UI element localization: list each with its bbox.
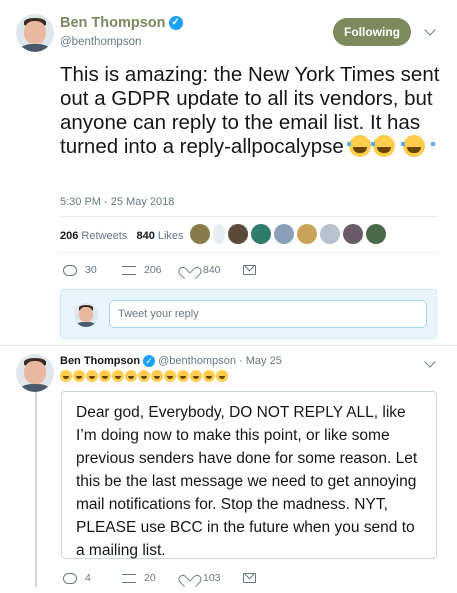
like-action[interactable]: 103 <box>183 572 221 584</box>
divider <box>0 345 457 346</box>
user-avatar <box>74 303 98 327</box>
author-avatar[interactable] <box>16 14 54 52</box>
joy-emoji <box>86 370 98 382</box>
liker-avatar[interactable] <box>343 224 363 244</box>
quoted-email-image[interactable]: Dear god, Everybody, DO NOT REPLY ALL, l… <box>61 391 437 559</box>
joy-emoji <box>190 370 202 382</box>
message-icon <box>243 573 256 583</box>
reply-icon <box>63 572 77 584</box>
verified-icon: ✓ <box>168 16 183 31</box>
liker-avatar[interactable] <box>251 224 271 244</box>
direct-message-action[interactable] <box>243 265 256 275</box>
chevron-down-icon[interactable] <box>424 24 436 36</box>
joy-emoji <box>347 135 382 157</box>
joy-emoji <box>177 370 189 382</box>
joy-emoji <box>125 370 137 382</box>
divider <box>60 252 437 253</box>
joy-emoji <box>112 370 124 382</box>
divider <box>60 216 437 217</box>
retweet-action[interactable]: 20 <box>122 572 156 584</box>
joy-emoji <box>216 370 228 382</box>
like-icon <box>183 573 195 584</box>
liker-avatar[interactable] <box>190 224 210 244</box>
joy-emoji <box>164 370 176 382</box>
tweet-text: This is amazing: the New York Times sent… <box>60 63 440 158</box>
tweet-stats[interactable]: 206 Retweets 840 Likes <box>60 230 184 242</box>
liker-avatar[interactable] <box>320 224 340 244</box>
thread-line <box>35 392 37 587</box>
reply-action[interactable]: 4 <box>63 572 91 584</box>
verified-icon: ✓ <box>143 355 156 368</box>
chevron-down-icon[interactable] <box>424 356 436 368</box>
reply-composer: Tweet your reply <box>60 289 437 339</box>
liker-avatar[interactable] <box>274 224 294 244</box>
author-handle[interactable]: @benthompson <box>60 36 141 48</box>
reply-action[interactable]: 30 <box>63 264 97 276</box>
like-icon <box>183 265 195 276</box>
retweet-action[interactable]: 206 <box>122 264 162 276</box>
liker-avatar[interactable] <box>366 224 386 244</box>
joy-emoji <box>99 370 111 382</box>
liker-avatar[interactable] <box>297 224 317 244</box>
joy-emoji <box>138 370 150 382</box>
reply-author-avatar[interactable] <box>16 354 54 392</box>
like-action[interactable]: 840 <box>183 264 221 276</box>
author-name[interactable]: Ben Thompson ✓ <box>60 15 183 31</box>
joy-emoji <box>60 370 72 382</box>
joy-emoji <box>203 370 215 382</box>
liked-by-avatars[interactable] <box>190 224 386 244</box>
retweet-icon <box>122 573 136 583</box>
message-icon <box>243 265 256 275</box>
joy-emoji <box>151 370 163 382</box>
retweet-icon <box>122 265 136 275</box>
liker-avatar[interactable] <box>228 224 248 244</box>
tweet-timestamp[interactable]: 5:30 PM - 25 May 2018 <box>60 196 174 208</box>
following-button[interactable]: Following <box>333 18 411 46</box>
reply-author[interactable]: Ben Thompson ✓ @benthompson · May 25 <box>60 355 282 368</box>
reply-icon <box>63 264 77 276</box>
liker-avatar[interactable] <box>213 224 225 244</box>
joy-emoji <box>401 135 436 157</box>
joy-emoji <box>371 135 406 157</box>
direct-message-action[interactable] <box>243 573 256 583</box>
reply-input[interactable]: Tweet your reply <box>109 300 427 328</box>
reply-emoji-row <box>60 370 229 382</box>
joy-emoji <box>73 370 85 382</box>
